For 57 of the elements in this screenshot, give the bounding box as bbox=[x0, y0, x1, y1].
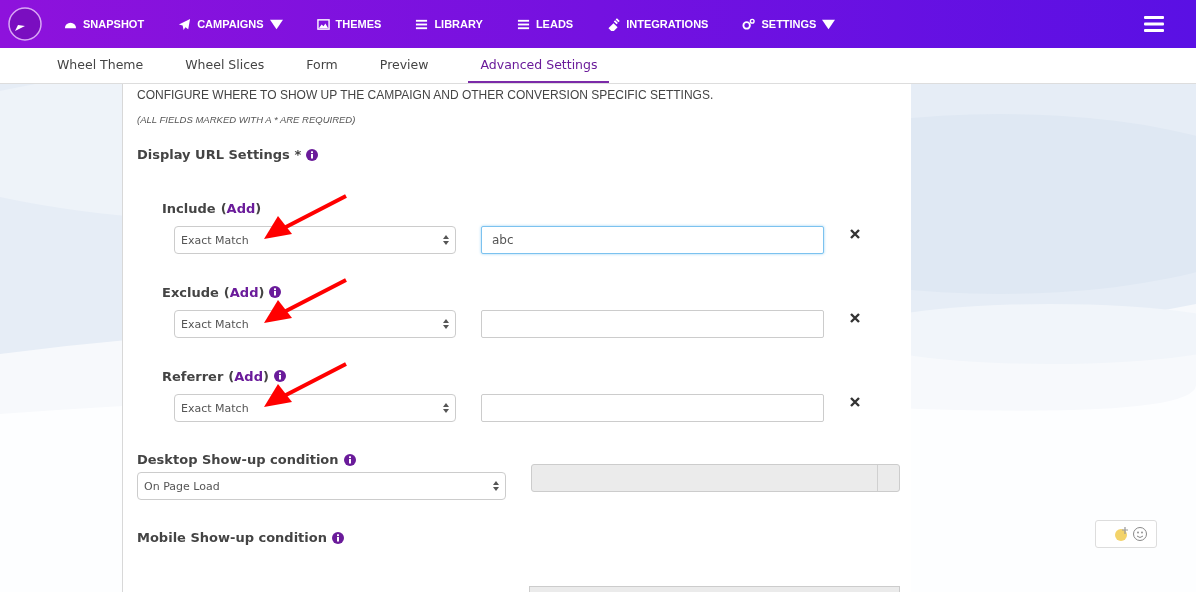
list-icon bbox=[415, 17, 429, 31]
tab[interactable]: Wheel Slices bbox=[183, 48, 267, 83]
paper-plane-icon bbox=[178, 17, 192, 31]
text-input[interactable] bbox=[481, 310, 824, 338]
info-icon[interactable] bbox=[269, 286, 282, 298]
smiley-icon bbox=[1132, 526, 1148, 542]
field-label: Exclude bbox=[162, 284, 219, 300]
add-link[interactable]: Add bbox=[226, 200, 256, 216]
updown-arrows-icon bbox=[443, 403, 449, 413]
parenthesis: ) bbox=[263, 368, 269, 384]
nav-link[interactable]: CAMPAIGNS bbox=[178, 17, 283, 31]
section-title: Display URL Settings * bbox=[137, 147, 302, 162]
info-icon[interactable] bbox=[306, 148, 319, 161]
parenthesis: ) bbox=[258, 284, 265, 300]
nav-link[interactable]: SETTINGS bbox=[742, 17, 836, 31]
parenthesis: ) bbox=[255, 200, 262, 216]
image-icon bbox=[316, 17, 330, 31]
text-input[interactable]: abc bbox=[481, 226, 824, 254]
info-icon[interactable] bbox=[273, 370, 286, 382]
nav-link[interactable]: THEMES bbox=[316, 17, 382, 31]
add-link[interactable]: Add bbox=[229, 284, 259, 300]
info-icon[interactable] bbox=[343, 453, 356, 466]
parenthesis: ( bbox=[220, 200, 227, 216]
emoji-icon bbox=[1114, 526, 1130, 542]
updown-arrows-icon bbox=[493, 481, 499, 491]
close-icon[interactable] bbox=[850, 229, 860, 239]
nav-link[interactable]: LEADS bbox=[516, 17, 574, 31]
add-link[interactable]: Add bbox=[234, 368, 263, 384]
updown-arrows-icon bbox=[443, 235, 449, 245]
required-note: (ALL FIELDS MARKED WITH A * ARE REQUIRED) bbox=[137, 114, 357, 125]
field-label: Include bbox=[162, 200, 216, 216]
info-icon[interactable] bbox=[332, 531, 344, 544]
tab[interactable]: Preview bbox=[377, 48, 431, 83]
parenthesis: ( bbox=[228, 368, 235, 384]
logo-icon[interactable] bbox=[8, 7, 42, 41]
tab[interactable]: Wheel Theme bbox=[55, 48, 146, 83]
plug-icon bbox=[607, 17, 621, 31]
tab[interactable]: Form bbox=[304, 48, 340, 83]
close-icon[interactable] bbox=[850, 313, 860, 323]
parenthesis: ( bbox=[223, 284, 230, 300]
updown-arrows-icon bbox=[443, 319, 449, 329]
nav-link[interactable]: SNAPSHOT bbox=[64, 17, 145, 31]
dropdown-select[interactable]: On Page Load bbox=[137, 472, 506, 500]
close-icon[interactable] bbox=[850, 397, 860, 407]
instruction-text: CONFIGURE WHERE TO SHOW UP THE CAMPAIGN AND OTHER CONVERSION SPECIFIC SETTINGS. bbox=[137, 87, 715, 102]
dropdown-select[interactable]: Exact Match bbox=[174, 394, 456, 422]
menu-icon[interactable] bbox=[1144, 16, 1164, 32]
field-label: Desktop Show-up condition bbox=[137, 452, 339, 467]
field-label: Referrer bbox=[162, 368, 224, 384]
nav-link[interactable]: INTEGRATIONS bbox=[607, 17, 709, 31]
field-label: Mobile Show-up condition bbox=[137, 530, 327, 545]
text-input[interactable] bbox=[481, 394, 824, 422]
list-icon bbox=[516, 17, 530, 31]
gears-icon bbox=[742, 17, 756, 31]
dropdown-select[interactable]: Exact Match bbox=[174, 310, 456, 338]
dropdown-select[interactable]: Exact Match bbox=[174, 226, 456, 254]
nav-link[interactable]: LIBRARY bbox=[415, 17, 483, 31]
